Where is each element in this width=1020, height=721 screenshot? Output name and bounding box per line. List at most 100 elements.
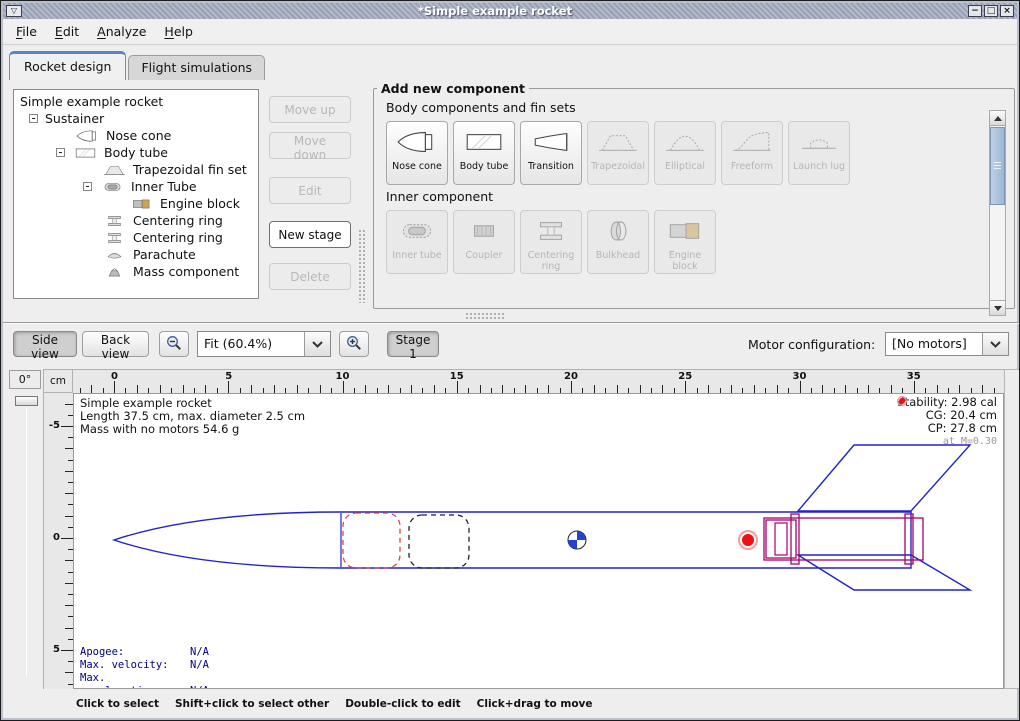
tree-item-label: Simple example rocket	[20, 94, 163, 109]
titlebar[interactable]: ▽ *Simple example rocket − □ ×	[3, 3, 1017, 19]
freeform-fin-icon	[731, 129, 773, 159]
scroll-up-icon[interactable]	[989, 110, 1006, 126]
window-menu-icon[interactable]: ▽	[6, 5, 22, 17]
new-stage-button[interactable]: New stage	[269, 221, 351, 248]
move-up-button[interactable]: Move up	[269, 96, 351, 123]
add-nose-cone-button[interactable]: Nose cone	[386, 121, 448, 185]
tree-item-label: Nose cone	[106, 128, 171, 143]
ruler-tick	[65, 493, 73, 494]
add-bulkhead-button[interactable]: Bulkhead	[587, 210, 649, 274]
delete-button[interactable]: Delete	[269, 263, 351, 290]
ruler-label: 0	[46, 532, 60, 543]
component-button-label: Launch lug	[793, 162, 845, 173]
zoom-select[interactable]: Fit (60.4%)	[197, 331, 331, 357]
fin-upper[interactable]	[798, 445, 970, 511]
add-body-tube-button[interactable]: Body tube	[453, 121, 515, 185]
mass-component-outline[interactable]	[409, 515, 469, 568]
menu-file[interactable]: File	[7, 20, 46, 43]
add-transition-button[interactable]: Transition	[520, 121, 582, 185]
add-inner-tube-button[interactable]: Inner tube	[386, 210, 448, 274]
ruler-tick	[502, 385, 503, 393]
ruler-tick	[137, 385, 138, 393]
ruler-tick	[65, 583, 73, 584]
add-component-legend: Add new component	[377, 81, 529, 96]
tree-item-engine-block[interactable]: Engine block	[14, 195, 258, 212]
ruler-label: 5	[225, 371, 232, 382]
panel-scrollbar[interactable]	[989, 110, 1006, 316]
tree-item-label: Parachute	[133, 247, 196, 262]
expander-minus-icon[interactable]	[29, 114, 38, 123]
tree-item-label: Sustainer	[45, 111, 104, 126]
tree-item-parachute[interactable]: Parachute	[14, 246, 258, 263]
add-freeform-button[interactable]: Freeform	[721, 121, 783, 185]
ruler-tick	[640, 385, 641, 393]
horizontal-ruler: 05101520253035	[73, 369, 1004, 393]
add-trapezoidal-button[interactable]: Trapezoidal	[587, 121, 649, 185]
back-view-button[interactable]: Back view	[82, 331, 149, 357]
tab-flight-simulations[interactable]: Flight simulations	[128, 55, 265, 80]
tab-rocket-design[interactable]: Rocket design	[9, 51, 126, 80]
canvas-scrollbar-vertical[interactable]	[1004, 369, 1020, 689]
scroll-down-icon[interactable]	[989, 300, 1006, 316]
expander-minus-icon[interactable]	[56, 148, 65, 157]
ruler-tick	[183, 385, 184, 393]
parachute-outline[interactable]	[343, 513, 400, 568]
split-divider-vertical[interactable]	[358, 229, 366, 303]
flight-data: Apogee:N/AMax. velocity:N/AMax. accelera…	[80, 646, 209, 689]
add-centering-ring-button[interactable]: Centering ring	[520, 210, 582, 274]
tree-item-body-tube[interactable]: Body tube	[14, 144, 258, 161]
menu-edit[interactable]: Edit	[46, 20, 88, 43]
stability-info: Stability: 2.98 cal CG: 20.4 cm CP: 27.8…	[897, 396, 997, 448]
move-down-button[interactable]: Move down	[269, 132, 351, 159]
tree-item-nose-cone[interactable]: Nose cone	[14, 127, 258, 144]
ruler-tick	[594, 385, 595, 393]
tree-item-label: Trapezoidal fin set	[133, 162, 247, 177]
add-launch-lug-button[interactable]: Launch lug	[788, 121, 850, 185]
close-icon[interactable]: ×	[1000, 5, 1014, 17]
chevron-down-icon[interactable]	[982, 333, 1008, 355]
scrollbar-thumb[interactable]	[990, 127, 1005, 205]
rocket-info-line: Mass with no motors 54.6 g	[80, 423, 305, 436]
tree-item-simple-example-rocket[interactable]: Simple example rocket	[14, 93, 258, 110]
tree-item-trapezoidal-fin-set[interactable]: Trapezoidal fin set	[14, 161, 258, 178]
tree-item-centering-ring[interactable]: Centering ring	[14, 212, 258, 229]
stage-1-button[interactable]: Stage 1	[387, 331, 439, 357]
menu-analyze[interactable]: Analyze	[88, 20, 155, 43]
inner-tube-outline[interactable]	[764, 518, 923, 560]
rocket-canvas[interactable]: Simple example rocketLength 37.5 cm, max…	[73, 393, 1004, 689]
ruler-tick	[434, 385, 435, 393]
centering-ring-fore[interactable]	[791, 514, 799, 564]
side-view-button[interactable]: Side view	[13, 331, 77, 357]
ruler-tick	[274, 385, 275, 393]
centering-ring-aft[interactable]	[905, 514, 913, 564]
status-bar: Click to selectShift+click to select oth…	[76, 698, 609, 710]
tree-item-sustainer[interactable]: Sustainer	[14, 110, 258, 127]
expander-minus-icon[interactable]	[83, 182, 92, 191]
add-elliptical-button[interactable]: Elliptical	[654, 121, 716, 185]
add-coupler-button[interactable]: Coupler	[453, 210, 515, 274]
ruler-tick	[61, 426, 73, 427]
zoom-in-button[interactable]	[339, 331, 369, 357]
trapezoidal-fin-icon	[101, 163, 128, 177]
maximize-icon[interactable]: □	[984, 5, 998, 17]
motor-configuration-select[interactable]: [No motors]	[885, 332, 1009, 356]
menu-help[interactable]: Help	[155, 20, 202, 43]
chevron-down-icon[interactable]	[304, 332, 330, 356]
rotation-slider-thumb[interactable]	[15, 396, 38, 406]
rotation-slider[interactable]	[9, 393, 45, 687]
nose-cone-icon	[74, 129, 101, 143]
zoom-out-button[interactable]	[159, 331, 189, 357]
tree-item-mass-component[interactable]: Mass component	[14, 263, 258, 280]
edit-button[interactable]: Edit	[269, 177, 351, 204]
ruler-tick	[937, 385, 938, 393]
split-divider-horizontal[interactable]	[465, 312, 505, 320]
tree-item-centering-ring[interactable]: Centering ring	[14, 229, 258, 246]
status-hint-2: Shift+click to select other	[175, 698, 329, 710]
ruler-tick	[160, 385, 161, 393]
ruler-tick	[61, 538, 73, 539]
centering-ring-icon	[101, 231, 128, 245]
tree-item-inner-tube[interactable]: Inner Tube	[14, 178, 258, 195]
ruler-tick	[959, 385, 960, 393]
add-engine-block-button[interactable]: Engine block	[654, 210, 716, 274]
minimize-icon[interactable]: −	[968, 5, 982, 17]
